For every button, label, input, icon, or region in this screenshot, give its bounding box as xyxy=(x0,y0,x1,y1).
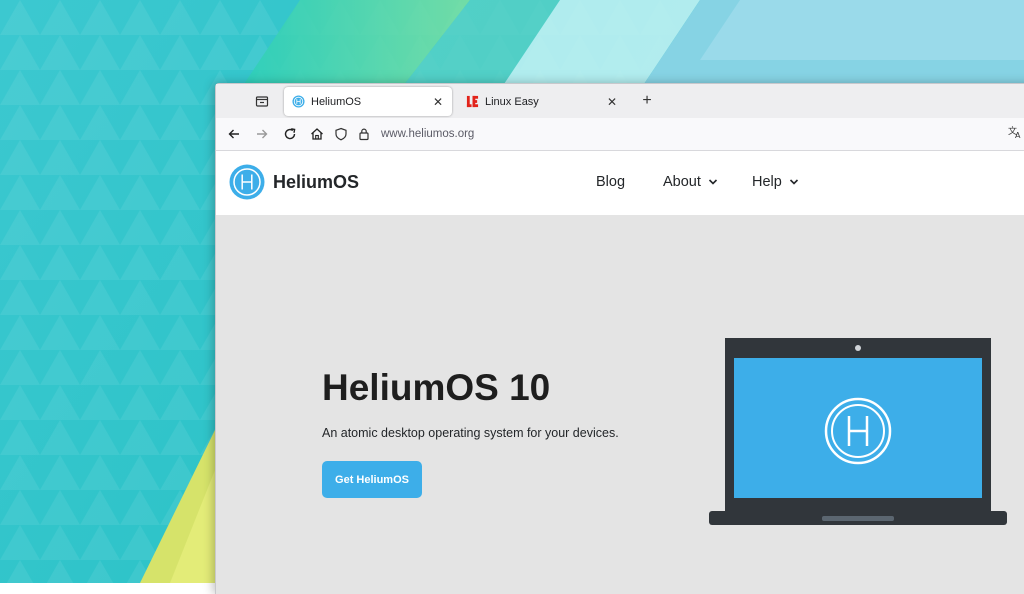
chevron-down-icon xyxy=(708,179,717,185)
lock-icon[interactable] xyxy=(357,127,371,141)
heliumos-logo-icon[interactable] xyxy=(229,164,265,200)
navigation-toolbar: www.heliumos.org 文A xyxy=(216,118,1024,151)
browser-window: HeliumOS ✕ Linux Easy ✕ + www.heliumos.o… xyxy=(215,83,1024,594)
nav-link-blog[interactable]: Blog xyxy=(596,174,625,190)
tab-bar: HeliumOS ✕ Linux Easy ✕ + xyxy=(216,84,1024,118)
tab-title: Linux Easy xyxy=(485,95,539,108)
address-bar[interactable]: www.heliumos.org xyxy=(334,121,1024,147)
back-arrow-icon[interactable] xyxy=(225,125,243,143)
get-heliumos-button[interactable]: Get HeliumOS xyxy=(322,461,422,498)
linux-easy-favicon-icon xyxy=(466,95,479,108)
plus-icon[interactable]: + xyxy=(638,92,656,110)
forward-arrow-icon[interactable] xyxy=(253,125,271,143)
nav-link-about[interactable]: About xyxy=(663,174,718,190)
hero-subtitle: An atomic desktop operating system for y… xyxy=(322,426,619,440)
url-text[interactable]: www.heliumos.org xyxy=(381,128,474,140)
tab-linux-easy[interactable]: Linux Easy ✕ xyxy=(458,87,626,116)
tab-list-icon[interactable] xyxy=(254,93,270,109)
chevron-down-icon xyxy=(789,179,798,185)
site-header: HeliumOS Blog About Help xyxy=(216,151,1024,215)
tab-title: HeliumOS xyxy=(311,95,362,108)
close-icon[interactable]: ✕ xyxy=(432,95,444,109)
home-icon[interactable] xyxy=(308,125,326,143)
site-brand[interactable]: HeliumOS xyxy=(273,172,359,193)
hero-title: HeliumOS 10 xyxy=(322,367,551,408)
helium-favicon-icon xyxy=(292,95,305,108)
translate-icon[interactable]: 文A xyxy=(1008,125,1024,141)
web-page: HeliumOS Blog About Help HeliumOS 10 An … xyxy=(216,151,1024,594)
tab-heliumos[interactable]: HeliumOS ✕ xyxy=(284,87,452,116)
nav-link-label: About xyxy=(663,174,701,190)
nav-link-label: Blog xyxy=(596,174,626,190)
laptop-illustration xyxy=(709,338,1007,525)
shield-icon[interactable] xyxy=(334,127,348,141)
reload-icon[interactable] xyxy=(281,125,299,143)
svg-text:A: A xyxy=(1015,131,1021,139)
close-icon[interactable]: ✕ xyxy=(606,95,618,109)
nav-link-help[interactable]: Help xyxy=(752,174,799,190)
nav-link-label: Help xyxy=(752,174,782,190)
